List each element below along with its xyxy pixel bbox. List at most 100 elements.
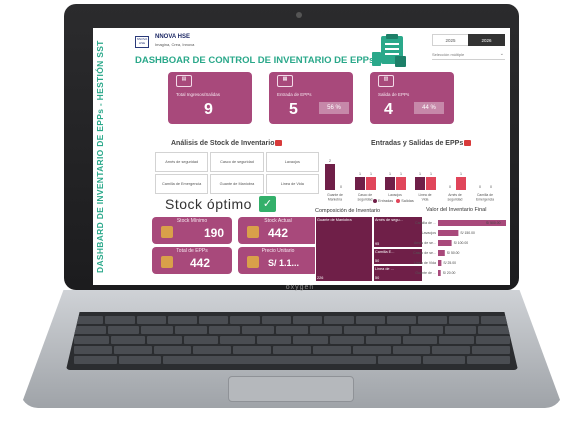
data-label: S/ 500.00 xyxy=(486,221,501,225)
mini-kpi-total-epps: Total de EPPs 442 xyxy=(152,247,232,274)
io-bar-chart: 2 0 Guante deManiobra 1 1 Casco de seguridad 1 1… xyxy=(325,159,494,202)
y-tick-label: Camilla de ... xyxy=(415,221,436,225)
stock-cell[interactable]: Guante de Maniobra xyxy=(210,174,264,194)
company-tagline: Imagina, Crea, Innova xyxy=(155,42,195,47)
side-title: DASHBARD DE INVENTARIO DE EPPs - HESTIÓN… xyxy=(95,40,105,274)
x-tick-label: Lavaojos xyxy=(388,193,402,197)
multi-select-filter[interactable]: Selección múltiple ⌄ xyxy=(432,51,505,60)
stock-cell[interactable]: Lavaojos xyxy=(265,152,319,172)
data-label: S/ 100.00 xyxy=(454,241,469,245)
legend-entradas: Entradas xyxy=(378,199,394,203)
kpi-label: Salida de EPPs xyxy=(378,92,410,97)
kpi-entradas: ▦ Entrada de EPPs 5 56 % xyxy=(269,72,353,124)
check-icon: ✓ xyxy=(259,196,276,212)
stock-cell[interactable]: Camilla de Emergencia xyxy=(155,174,209,194)
clipboard-in-icon: ▦ xyxy=(277,75,293,87)
hbar xyxy=(438,270,441,276)
year-button-2025[interactable]: 2025 xyxy=(432,34,469,46)
kpi-label: Entrada de EPPs xyxy=(277,92,312,97)
alert-icon xyxy=(275,140,283,147)
crates-icon xyxy=(161,256,173,268)
y-tick-label: Guante de ... xyxy=(415,271,436,275)
legend-salidas: Salidas xyxy=(401,199,414,203)
kpi-salidas: ▧ Salida de EPPs 4 44 % xyxy=(370,72,454,124)
x-tick-label: Maniobra xyxy=(328,198,342,202)
data-label: 1 xyxy=(430,172,432,176)
data-label: S/ 25.00 xyxy=(443,261,456,265)
laptop-brand: oxygen xyxy=(285,284,315,291)
kpi-total: ▤ Total Ingresos/Salidas 9 xyxy=(168,72,252,124)
year-button-2026[interactable]: 2026 xyxy=(468,34,505,46)
bar-salidas xyxy=(396,177,406,190)
treemap-value: 95 xyxy=(374,242,380,247)
treemap-value: 226 xyxy=(317,276,324,280)
keyboard xyxy=(66,312,518,370)
bar-entradas xyxy=(415,177,425,190)
kpi-value: 4 xyxy=(384,101,393,118)
composition-title: Composición de Inventario xyxy=(315,208,381,214)
mini-kpi-value: 442 xyxy=(190,256,211,270)
company-logo: NNOVA HSE xyxy=(135,36,149,48)
document-icon: ▤ xyxy=(176,75,192,87)
data-label: 1 xyxy=(370,172,372,176)
stock-cell[interactable]: Linea de Vida xyxy=(265,174,319,194)
chart-icon xyxy=(464,140,472,147)
chart-icon xyxy=(247,226,259,238)
data-label: S/ 150.00 xyxy=(460,231,475,235)
x-tick-label: Guante de xyxy=(327,193,343,197)
value-bar-chart: Camilla de ... S/ 500.00 Lavaojos S/ 150.00… xyxy=(413,220,506,276)
select-value: Selección múltiple xyxy=(432,52,465,57)
x-tick-label: seguridad xyxy=(448,198,463,202)
mini-kpi-value: 442 xyxy=(268,226,289,240)
stock-section-title: Análisis de Stock de Inventario xyxy=(171,140,283,147)
laptop-scene: oxygen DASHBARD DE INVENTARIO DE EPPs - … xyxy=(0,0,580,425)
hbar xyxy=(438,230,459,236)
x-tick-label: Emergencia xyxy=(476,198,494,202)
page-title: DASHBOAR DE CONTROL DE INVENTARIO DE EPP… xyxy=(135,55,375,66)
mini-kpi-value: 190 xyxy=(204,226,225,240)
y-tick-label: Lavaojos xyxy=(422,231,437,235)
treemap-tile[interactable]: Guante de Maniobra 226 xyxy=(315,216,373,282)
data-label: 2 xyxy=(329,159,331,163)
data-label: 1 xyxy=(419,172,421,176)
data-label: 1 xyxy=(400,172,402,176)
data-label: 1 xyxy=(359,172,361,176)
legend-dot-salidas xyxy=(396,199,401,203)
mini-kpi-precio: Precio Unitario S/ 1.1... xyxy=(238,247,318,274)
data-label: 0 xyxy=(340,185,342,189)
stock-cell[interactable]: Arnés de seguridad xyxy=(155,152,209,172)
mini-kpi-stock-actual: Stock Actual 442 xyxy=(238,217,318,244)
x-tick-label: Vida xyxy=(422,198,429,202)
mini-kpi-label: Stock Actual xyxy=(264,218,292,224)
data-label: 0 xyxy=(449,185,451,189)
chevron-down-icon: ⌄ xyxy=(499,51,504,57)
bar-salidas xyxy=(426,177,436,190)
kpi-percent: 44 % xyxy=(414,102,444,114)
y-tick-label: Linea de Vida xyxy=(414,261,436,265)
price-tag-icon xyxy=(247,256,259,268)
treemap-label: Guante de Maniobra xyxy=(317,218,352,222)
data-label: 0 xyxy=(490,185,492,189)
stock-status: Stock óptimo xyxy=(165,196,252,212)
boxes-icon xyxy=(161,226,173,238)
mini-kpi-label: Total de EPPs xyxy=(176,248,208,254)
stock-cell[interactable]: Casco de seguridad xyxy=(210,152,264,172)
kpi-value: 5 xyxy=(289,101,298,118)
kpi-value: 9 xyxy=(204,101,213,118)
value-title: Valor del Inventario Final xyxy=(426,207,487,213)
data-label: 1 xyxy=(389,172,391,176)
x-tick-label: Camilla de xyxy=(477,193,493,197)
kpi-percent: 56 % xyxy=(319,102,349,114)
bar-entradas xyxy=(385,177,395,190)
data-label: S/ 50.00 xyxy=(447,251,460,255)
screen: DASHBARD DE INVENTARIO DE EPPs - HESTIÓN… xyxy=(93,28,510,285)
bar-salidas xyxy=(366,177,376,190)
mini-kpi-value: S/ 1.1... xyxy=(268,258,300,268)
x-tick-label: Casco de xyxy=(358,193,372,197)
trackpad[interactable] xyxy=(228,376,354,402)
x-tick-label: Arnés de xyxy=(448,193,462,197)
io-title-text: Entradas y Salidas de EPPs xyxy=(371,140,464,147)
hbar xyxy=(438,250,445,256)
legend-dot-entradas xyxy=(373,199,377,203)
treemap-value: 50 xyxy=(374,275,380,280)
